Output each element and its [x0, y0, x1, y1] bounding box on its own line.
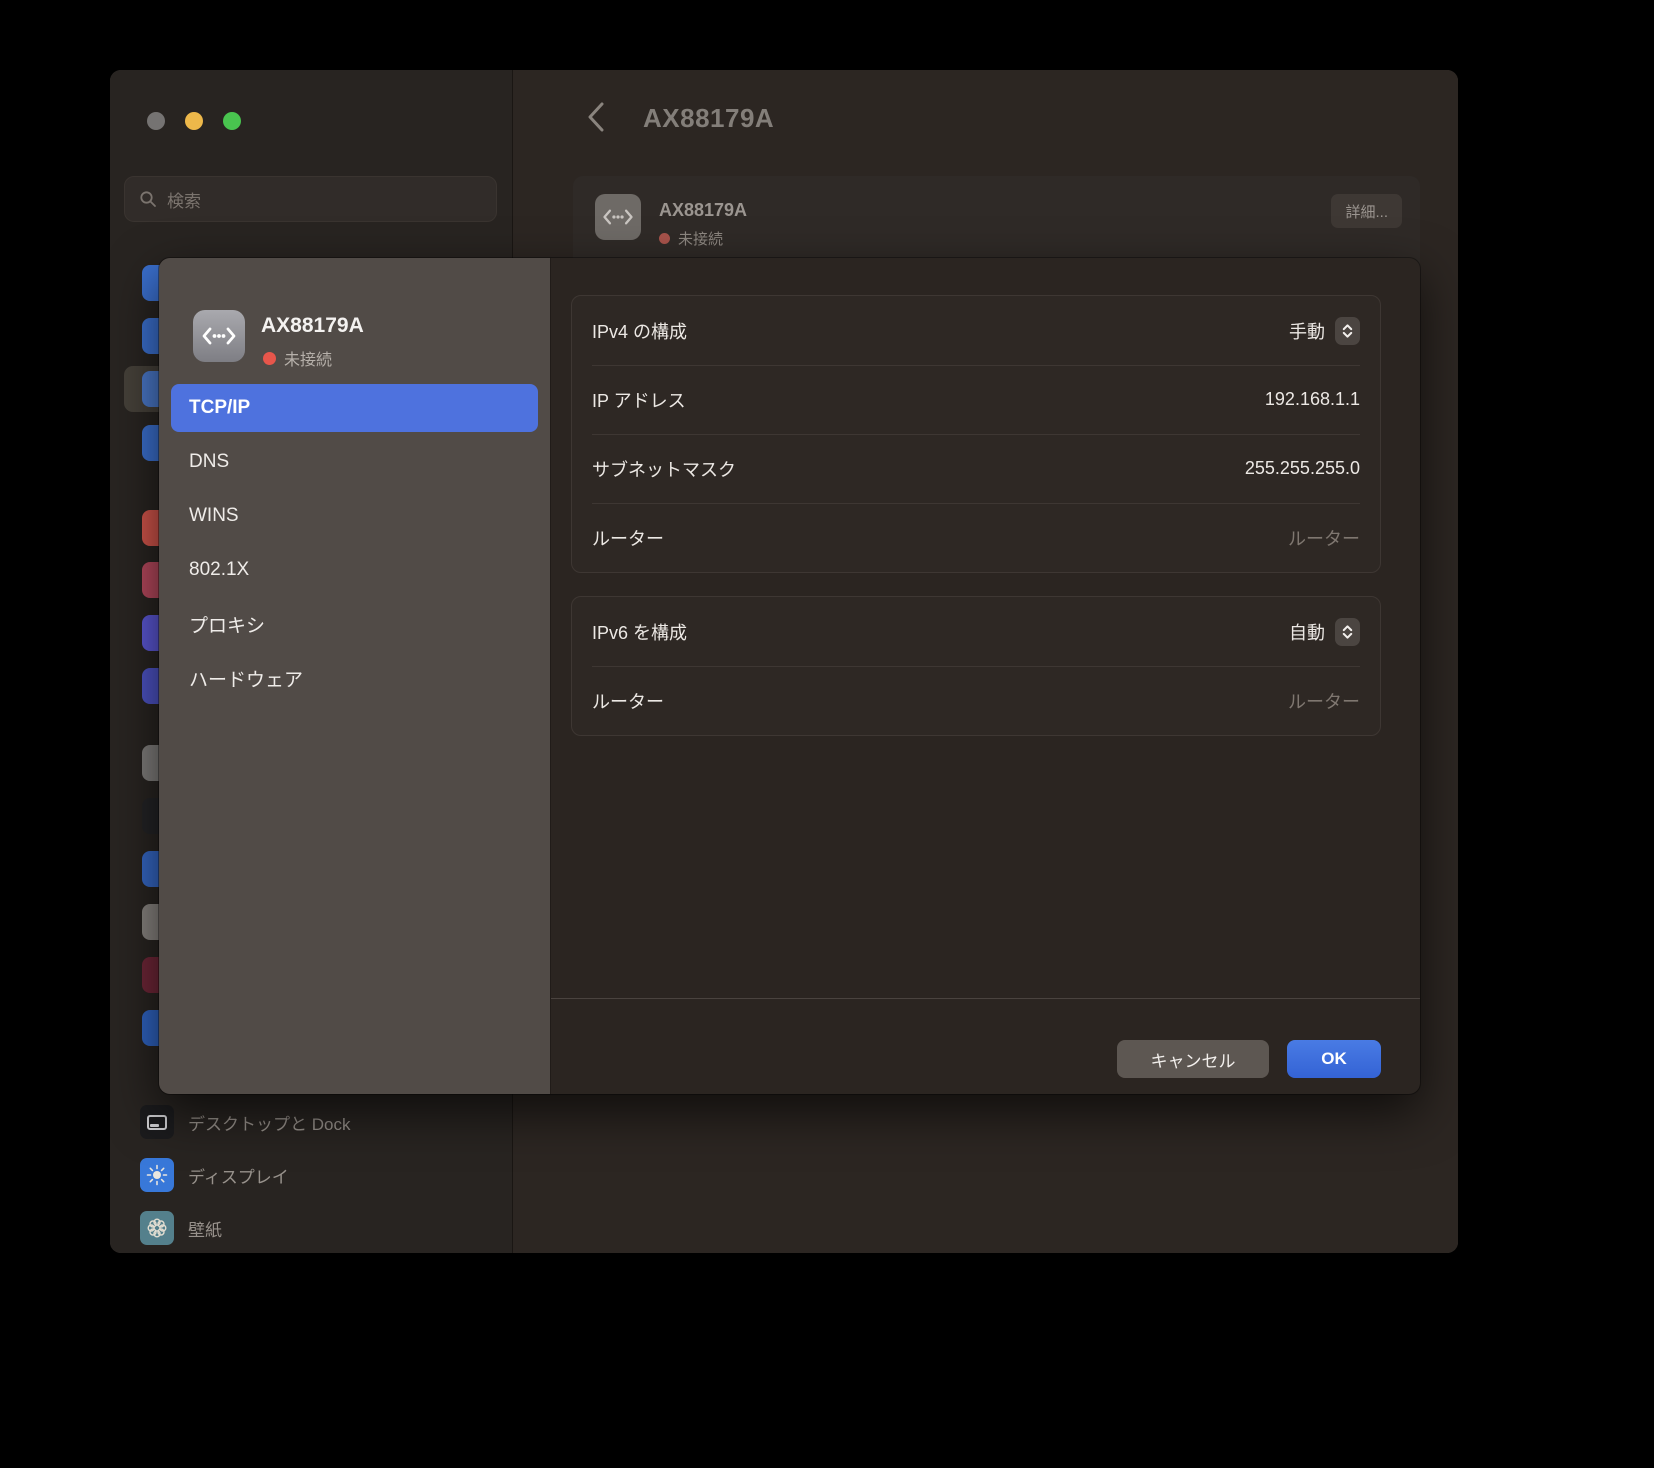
- system-settings-window: 検索 デスクトップと Dock: [110, 70, 1458, 1253]
- network-adapter-icon: [595, 194, 641, 240]
- ok-button[interactable]: OK: [1287, 1040, 1381, 1078]
- tab-8021x[interactable]: 802.1X: [171, 546, 538, 594]
- ipv6-configure-row: IPv6 を構成 自動: [572, 597, 1380, 666]
- ipv6-settings-group: IPv6 を構成 自動 ルーター ルーター: [571, 596, 1381, 736]
- subnet-mask-row: サブネットマスク 255.255.255.0: [572, 434, 1380, 503]
- dialog-tab-list: TCP/IP DNS WINS 802.1X プロキシ ハードウェア: [171, 384, 538, 702]
- stepper-icon[interactable]: [1335, 618, 1360, 646]
- search-placeholder: 検索: [167, 187, 201, 212]
- search-icon: [139, 190, 157, 208]
- sidebar-item-label: デスクトップと Dock: [188, 1110, 350, 1135]
- close-button[interactable]: [147, 112, 165, 130]
- sidebar-item-label: ディスプレイ: [188, 1163, 289, 1188]
- back-button[interactable]: [585, 100, 611, 136]
- dialog-device-status: 未接続: [263, 346, 332, 370]
- network-adapter-icon: [193, 310, 245, 362]
- subnet-mask-field[interactable]: 255.255.255.0: [1245, 458, 1360, 479]
- tab-dns[interactable]: DNS: [171, 438, 538, 486]
- ipv4-router-row: ルーター ルーター: [572, 503, 1380, 572]
- sidebar-item-desktop-dock[interactable]: デスクトップと Dock: [124, 1100, 498, 1144]
- ipv6-router-label: ルーター: [592, 688, 664, 714]
- tab-hardware[interactable]: ハードウェア: [171, 654, 538, 702]
- ipv6-router-row: ルーター ルーター: [572, 666, 1380, 735]
- status-dot: [659, 233, 670, 244]
- sidebar-item-wallpaper[interactable]: 壁紙: [124, 1206, 498, 1250]
- sidebar-item-display[interactable]: ディスプレイ: [124, 1153, 498, 1197]
- ipv4-router-label: ルーター: [592, 525, 664, 551]
- tab-proxy[interactable]: プロキシ: [171, 600, 538, 648]
- ipv6-configure-label: IPv6 を構成: [592, 619, 687, 645]
- cancel-button[interactable]: キャンセル: [1117, 1040, 1269, 1078]
- device-name: AX88179A: [659, 200, 747, 221]
- display-icon: [140, 1158, 174, 1192]
- subnet-mask-label: サブネットマスク: [592, 456, 736, 482]
- desktop-dock-icon: [140, 1105, 174, 1139]
- ipv4-configure-label: IPv4 の構成: [592, 318, 687, 344]
- status-dot: [263, 352, 276, 365]
- dialog-device-name: AX88179A: [261, 314, 364, 338]
- tab-tcpip[interactable]: TCP/IP: [171, 384, 538, 432]
- desktop-background: 検索 デスクトップと Dock: [0, 0, 1654, 1468]
- dialog-content: IPv4 の構成 手動 IP アドレス 192.168.1.1 サ: [551, 258, 1420, 1094]
- window-controls: [147, 112, 241, 130]
- ipv4-configure-value: 手動: [1289, 318, 1325, 344]
- ipv6-router-field[interactable]: ルーター: [1288, 688, 1360, 714]
- ipv4-configure-select[interactable]: 手動: [1289, 317, 1360, 345]
- search-input[interactable]: 検索: [124, 176, 497, 222]
- page-title: AX88179A: [643, 103, 774, 134]
- minimize-button[interactable]: [185, 112, 203, 130]
- stepper-icon[interactable]: [1335, 317, 1360, 345]
- sidebar-item-label: 壁紙: [188, 1216, 222, 1241]
- ipv4-router-field[interactable]: ルーター: [1288, 525, 1360, 551]
- status-label: 未接続: [284, 346, 332, 370]
- status-label: 未接続: [678, 228, 723, 249]
- ip-address-field[interactable]: 192.168.1.1: [1265, 389, 1360, 410]
- ipv4-settings-group: IPv4 の構成 手動 IP アドレス 192.168.1.1 サ: [571, 295, 1381, 573]
- tab-wins[interactable]: WINS: [171, 492, 538, 540]
- ipv6-configure-value: 自動: [1289, 619, 1325, 645]
- tcpip-settings-dialog: AX88179A 未接続 TCP/IP DNS WINS 802.1X プロキシ…: [159, 258, 1420, 1094]
- ip-address-row: IP アドレス 192.168.1.1: [572, 365, 1380, 434]
- ip-address-label: IP アドレス: [592, 387, 686, 413]
- footer-divider: [551, 998, 1420, 999]
- ipv6-configure-select[interactable]: 自動: [1289, 618, 1360, 646]
- device-status: 未接続: [659, 228, 723, 249]
- dialog-sidebar: AX88179A 未接続 TCP/IP DNS WINS 802.1X プロキシ…: [159, 258, 550, 1094]
- details-button[interactable]: 詳細...: [1331, 194, 1402, 228]
- zoom-button[interactable]: [223, 112, 241, 130]
- wallpaper-icon: [140, 1211, 174, 1245]
- ipv4-configure-row: IPv4 の構成 手動: [572, 296, 1380, 365]
